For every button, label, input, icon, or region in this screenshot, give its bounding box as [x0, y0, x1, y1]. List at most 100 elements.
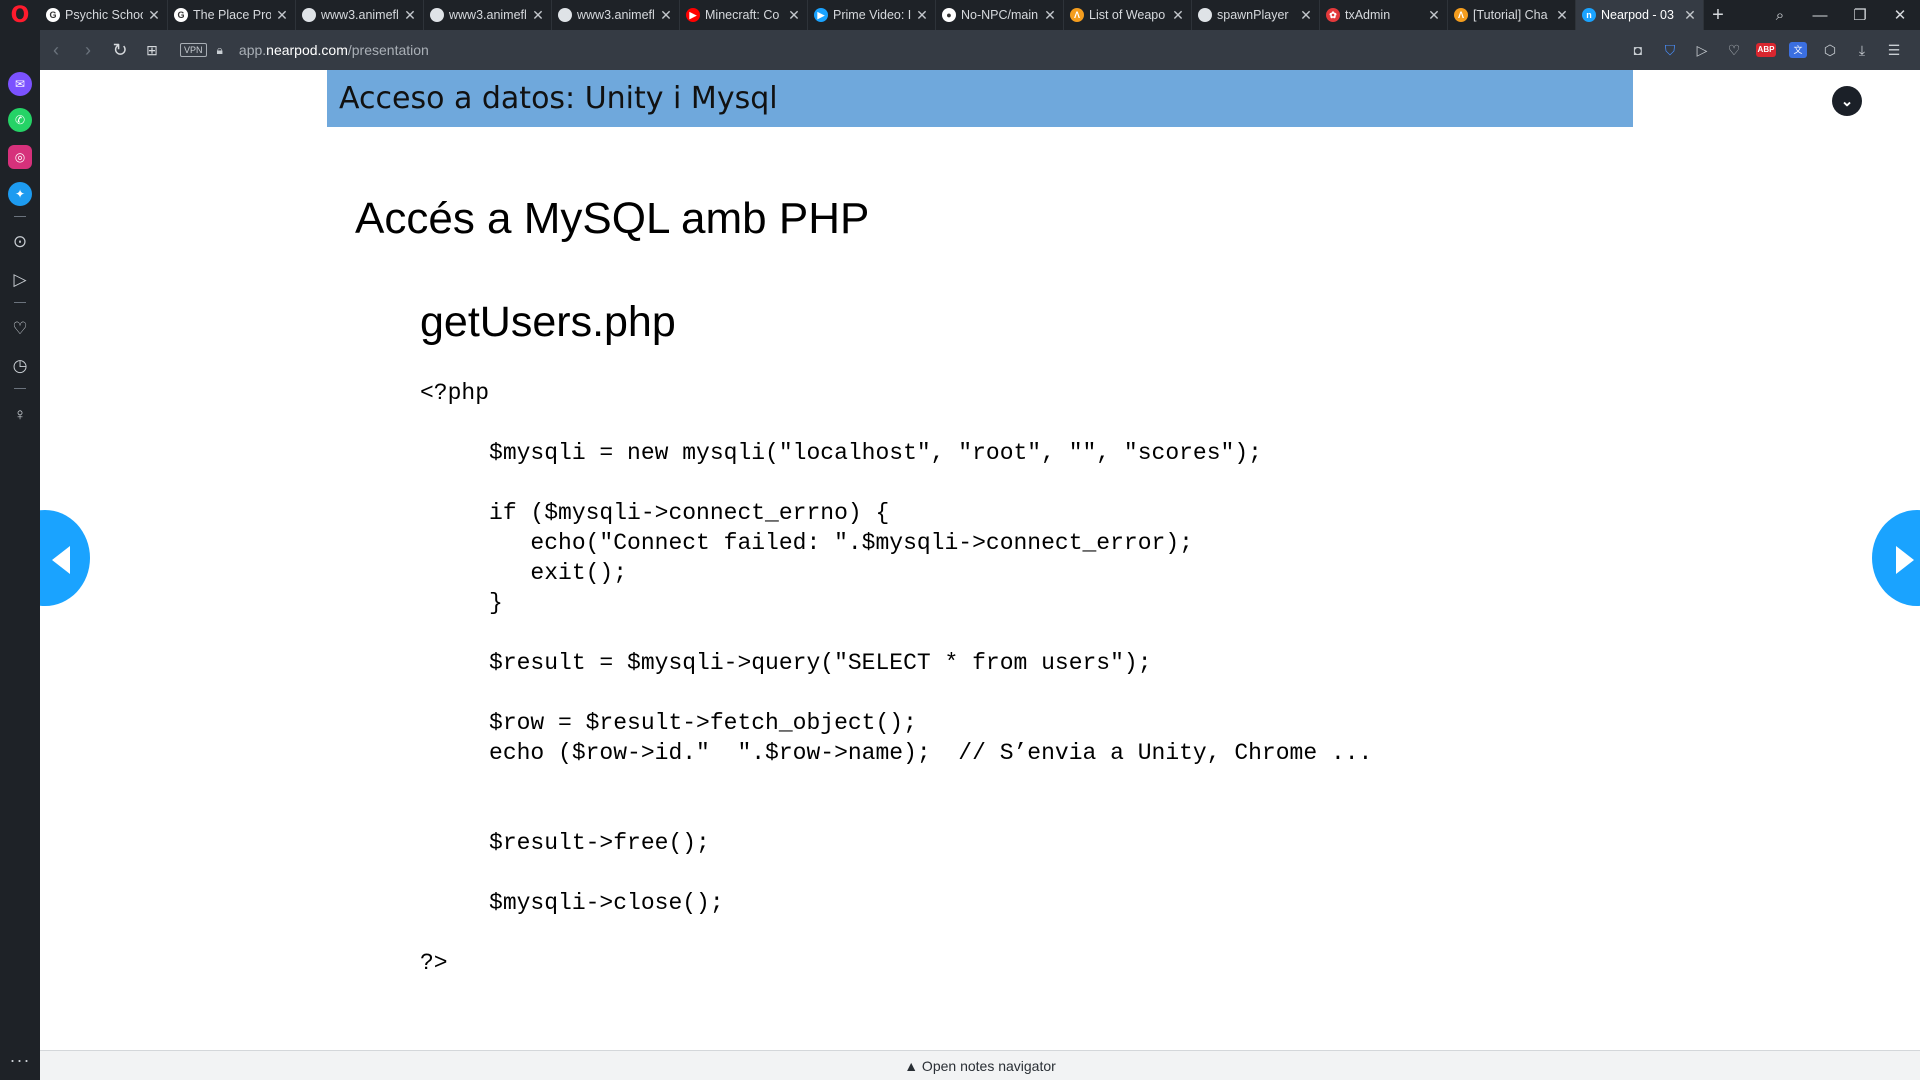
browser-tab[interactable]: www3.animefl ✕: [552, 0, 680, 30]
browser-tab[interactable]: Λ [Tutorial] Cha ✕: [1448, 0, 1576, 30]
file-title: getUsers.php: [420, 298, 676, 346]
tab-favicon-icon: Λ: [1070, 8, 1084, 22]
close-tab-icon[interactable]: ✕: [915, 7, 929, 24]
browser-tab[interactable]: ✿ txAdmin ✕: [1320, 0, 1448, 30]
tab-favicon-icon: n: [1582, 8, 1596, 22]
code-line: <?php: [420, 380, 490, 406]
tab-title: Minecraft: Co: [705, 8, 780, 22]
browser-tab[interactable]: www3.animefl ✕: [424, 0, 552, 30]
tab-title: Nearpod - 03: [1601, 8, 1674, 22]
new-tab-button[interactable]: +: [1704, 0, 1732, 30]
open-notes-navigator-label[interactable]: ▲ Open notes navigator: [904, 1058, 1056, 1074]
code-line: $result->free();: [420, 830, 710, 856]
tab-favicon-icon: G: [46, 8, 60, 22]
code-line: echo("Connect failed: ".$mysqli->connect…: [420, 530, 1193, 556]
lock-icon[interactable]: 🔒︎: [217, 43, 223, 58]
browser-tab[interactable]: ● No-NPC/main ✕: [936, 0, 1064, 30]
previous-slide-button[interactable]: [40, 510, 90, 606]
search-tabs-icon[interactable]: ⌕: [1760, 7, 1800, 24]
notes-navigator-bar[interactable]: ▲ Open notes navigator: [40, 1050, 1920, 1080]
player-icon[interactable]: ⊙: [8, 230, 32, 254]
tab-strip: O G Psychic School ✕ G The Place Pro ✕ www3.an…: [0, 0, 1920, 30]
sidebar-more-icon[interactable]: ···: [8, 1050, 32, 1071]
tab-title: List of Weapo: [1089, 8, 1166, 22]
close-tab-icon[interactable]: ✕: [1427, 7, 1441, 24]
send-flow-icon[interactable]: ▷: [1686, 42, 1718, 59]
tips-lightbulb-icon[interactable]: ♀: [8, 403, 32, 427]
instagram-icon[interactable]: ◎: [8, 145, 32, 169]
browser-tab[interactable]: spawnPlayer ✕: [1192, 0, 1320, 30]
window-controls: ⌕ — ❐ ✕: [1760, 0, 1920, 30]
close-tab-icon[interactable]: ✕: [531, 7, 545, 24]
code-line: $mysqli = new mysqli("localhost", "root"…: [420, 440, 1262, 466]
tab-favicon-icon: ▶: [686, 8, 700, 22]
close-window-button[interactable]: ✕: [1880, 6, 1920, 24]
easy-setup-icon[interactable]: ☰: [1878, 42, 1910, 59]
tab-title: Prime Video: I: [833, 8, 911, 22]
translate-icon[interactable]: 文: [1789, 42, 1807, 58]
heart-icon[interactable]: ♡: [1718, 42, 1750, 59]
address-bar: ‹ › ↻ ⊞ VPN 🔒︎ app.nearpod.com/presentat…: [40, 30, 1920, 70]
twitter-icon[interactable]: ✦: [8, 182, 32, 206]
browser-tab[interactable]: G The Place Pro ✕: [168, 0, 296, 30]
browser-tab[interactable]: n Nearpod - 03 ✕: [1576, 0, 1704, 30]
tab-list: G Psychic School ✕ G The Place Pro ✕ www3.anim…: [40, 0, 1704, 30]
url-path: /presentation: [347, 42, 429, 58]
tab-title: txAdmin: [1345, 8, 1391, 22]
sidebar-divider: [14, 302, 26, 303]
tab-grid-icon[interactable]: ⊞: [136, 42, 168, 59]
close-tab-icon[interactable]: ✕: [659, 7, 673, 24]
slide-header-bar: Acceso a datos: Unity i Mysql: [327, 70, 1633, 127]
slide-header-title: Acceso a datos: Unity i Mysql: [339, 81, 778, 116]
url-field[interactable]: app.nearpod.com/presentation: [239, 42, 429, 58]
close-tab-icon[interactable]: ✕: [787, 7, 801, 24]
browser-tab[interactable]: G Psychic School ✕: [40, 0, 168, 30]
restore-button[interactable]: ❐: [1840, 6, 1880, 24]
shield-icon[interactable]: ⛉: [1654, 42, 1686, 59]
whatsapp-icon[interactable]: ✆: [8, 108, 32, 132]
bookmarks-heart-icon[interactable]: ♡: [8, 317, 32, 341]
adblock-icon[interactable]: ABP: [1756, 43, 1776, 57]
forward-button[interactable]: ›: [72, 40, 104, 61]
history-clock-icon[interactable]: ◷: [8, 354, 32, 378]
messenger-icon[interactable]: ✉: [8, 72, 32, 96]
code-line: exit();: [420, 560, 628, 586]
tab-favicon-icon: ▶: [814, 8, 828, 22]
close-tab-icon[interactable]: ✕: [275, 7, 289, 24]
reload-button[interactable]: ↻: [104, 40, 136, 61]
browser-tab[interactable]: ▶ Minecraft: Co ✕: [680, 0, 808, 30]
tab-title: www3.animefl: [577, 8, 655, 22]
browser-tab[interactable]: ▶ Prime Video: I ✕: [808, 0, 936, 30]
close-tab-icon[interactable]: ✕: [1299, 7, 1313, 24]
close-tab-icon[interactable]: ✕: [1171, 7, 1185, 24]
code-line: echo ($row->id." ".$row->name); // S’env…: [420, 740, 1373, 766]
download-icon[interactable]: ⤓: [1846, 42, 1878, 59]
tab-favicon-icon: [1198, 8, 1212, 22]
flow-send-icon[interactable]: ▷: [8, 268, 32, 292]
url-prefix: app.: [238, 42, 267, 58]
vpn-badge[interactable]: VPN: [180, 43, 207, 57]
arrow-left-icon: [52, 546, 70, 574]
opera-menu-icon[interactable]: O: [0, 0, 40, 30]
code-line: $result = $mysqli->query("SELECT * from …: [420, 650, 1152, 676]
back-button[interactable]: ‹: [40, 40, 72, 61]
close-tab-icon[interactable]: ✕: [1555, 7, 1569, 24]
close-tab-icon[interactable]: ✕: [403, 7, 417, 24]
chevron-down-icon[interactable]: ⌄: [1832, 86, 1862, 116]
snapshot-camera-icon[interactable]: ◘: [1622, 42, 1654, 58]
close-tab-icon[interactable]: ✕: [147, 7, 161, 24]
cube-extension-icon[interactable]: ⬡: [1814, 42, 1846, 59]
close-tab-icon[interactable]: ✕: [1043, 7, 1057, 24]
tab-title: spawnPlayer: [1217, 8, 1289, 22]
close-tab-icon[interactable]: ✕: [1683, 7, 1697, 24]
tab-favicon-icon: Λ: [1454, 8, 1468, 22]
next-slide-button[interactable]: [1872, 510, 1920, 606]
tab-title: [Tutorial] Cha: [1473, 8, 1548, 22]
browser-tab[interactable]: Λ List of Weapo ✕: [1064, 0, 1192, 30]
slide-title: Accés a MySQL amb PHP: [355, 194, 870, 243]
browser-tab[interactable]: www3.animefl ✕: [296, 0, 424, 30]
minimize-button[interactable]: —: [1800, 7, 1840, 24]
tab-favicon-icon: [430, 8, 444, 22]
tab-title: Psychic School: [65, 8, 143, 22]
tab-favicon-icon: [558, 8, 572, 22]
